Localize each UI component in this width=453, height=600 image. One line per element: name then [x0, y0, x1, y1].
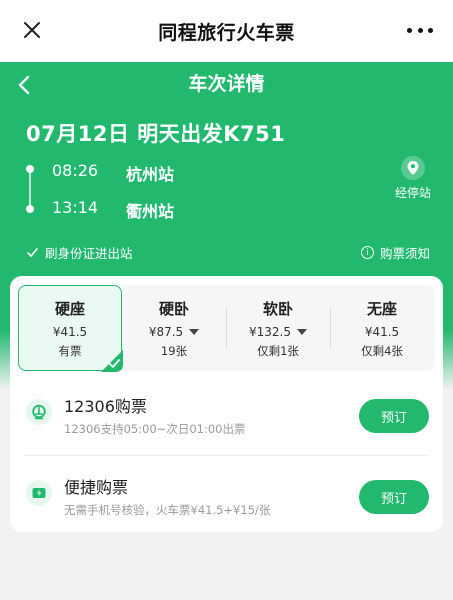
seat-option-no-seat[interactable]: 无座 ¥41.5 仅剩4张	[330, 285, 434, 371]
depart-time: 08:26	[52, 161, 99, 180]
seat-availability: 仅剩4张	[361, 343, 403, 358]
seat-availability: 19张	[160, 343, 188, 358]
seat-option-soft-sleeper[interactable]: 软卧 ¥132.5 仅剩1张	[226, 285, 330, 371]
chevron-down-icon	[189, 328, 200, 335]
purchase-notice-link[interactable]: i 购票须知	[360, 243, 430, 262]
option-description: 12306支持05:00~次日01:00出票	[64, 422, 246, 436]
arrive-station: 衢州站	[126, 202, 175, 221]
option-description: 无需手机号核验，火车票¥41.5+¥15/张	[64, 503, 271, 517]
purchase-notice-label: 购票须知	[379, 246, 430, 261]
seat-price-value: ¥41.5	[364, 324, 400, 339]
express-ticket-icon	[26, 480, 52, 506]
seat-name: 无座	[366, 299, 397, 318]
seat-price: ¥132.5	[249, 325, 307, 339]
route-line	[29, 173, 31, 208]
close-icon	[24, 22, 40, 38]
id-entry-note: 刷身份证进出站	[26, 243, 133, 262]
trip-title: 07月12日 明天出发K751	[26, 122, 286, 146]
seat-price-value: ¥132.5	[249, 324, 291, 339]
seat-price-value: ¥41.5	[52, 324, 88, 339]
id-entry-label: 刷身份证进出站	[45, 246, 133, 261]
arrive-dot	[26, 205, 34, 213]
seat-option-hard-seat[interactable]: 硬座 ¥41.5 有票	[18, 285, 123, 372]
location-pin-icon	[400, 156, 425, 180]
arrive-stop: 13:14 衢州站	[52, 198, 174, 222]
more-button[interactable]	[407, 18, 433, 42]
page-title: 车次详情	[188, 73, 265, 95]
depart-dot	[26, 165, 34, 173]
seat-option-hard-sleeper[interactable]: 硬卧 ¥87.5 19张	[122, 285, 226, 371]
railway-logo-icon	[26, 399, 52, 425]
selected-check-icon	[101, 350, 123, 372]
info-icon: i	[360, 246, 374, 259]
seat-availability: 有票	[58, 343, 82, 358]
seat-price: ¥41.5	[365, 325, 399, 339]
more-dot-icon	[417, 27, 423, 33]
seat-price: ¥87.5	[148, 324, 200, 339]
seat-price-value: ¥87.5	[148, 324, 184, 339]
app-bar: 同程旅行火车票	[0, 0, 453, 62]
more-dot-icon	[428, 27, 433, 33]
depart-stop: 08:26 杭州站	[52, 161, 174, 185]
info-row: 刷身份证进出站 i 购票须知	[26, 243, 430, 262]
chevron-down-icon	[297, 328, 307, 335]
seat-name: 软卧	[262, 299, 293, 318]
booking-card: 硬座 ¥41.5 有票 硬卧 ¥87.5 19张 软卧 ¥132.5 仅剩1张 …	[10, 276, 443, 532]
book-express-button[interactable]: 预订	[359, 480, 429, 514]
book-12306-button[interactable]: 预订	[359, 399, 429, 433]
close-button[interactable]	[18, 16, 46, 44]
via-stations-label: 经停站	[394, 186, 431, 200]
arrive-time: 13:14	[52, 198, 99, 217]
seat-price: ¥41.5	[53, 325, 87, 339]
more-dot-icon	[407, 27, 412, 33]
divider	[24, 455, 429, 456]
seat-name: 硬卧	[158, 299, 189, 318]
purchase-option-12306: 12306购票 12306支持05:00~次日01:00出票 预订	[10, 379, 443, 455]
via-stations-button[interactable]: 经停站	[395, 156, 431, 201]
purchase-option-express: 便捷购票 无需手机号核验，火车票¥41.5+¥15/张 预订	[10, 460, 443, 536]
depart-station: 杭州站	[126, 165, 175, 184]
seat-availability: 仅剩1张	[257, 343, 299, 358]
route-timeline	[24, 165, 36, 215]
option-title: 便捷购票	[64, 478, 129, 497]
seat-type-selector: 硬座 ¥41.5 有票 硬卧 ¥87.5 19张 软卧 ¥132.5 仅剩1张 …	[18, 285, 435, 372]
app-title: 同程旅行火车票	[158, 21, 295, 44]
seat-name: 硬座	[54, 299, 85, 318]
check-icon	[27, 248, 38, 257]
option-title: 12306购票	[64, 397, 147, 416]
